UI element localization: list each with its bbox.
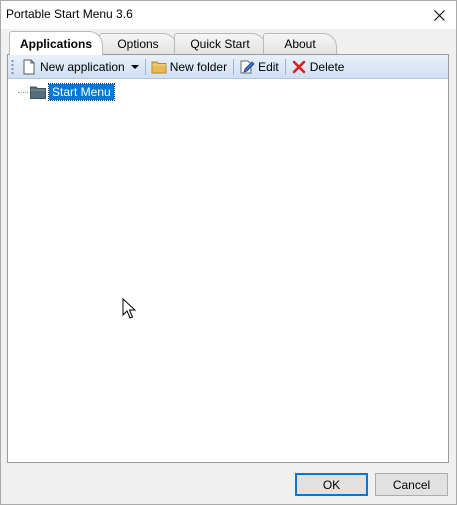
tab-about[interactable]: About <box>263 33 337 54</box>
pencil-icon <box>240 60 255 73</box>
tab-strip: Applications Options Quick Start About <box>7 31 447 55</box>
toolbar-separator <box>144 58 146 75</box>
document-icon <box>23 59 35 74</box>
toolbar: New application New folder Edit Delete <box>8 55 448 79</box>
tab-applications[interactable]: Applications <box>9 31 103 55</box>
cancel-label: Cancel <box>392 478 431 492</box>
toolbar-grip[interactable] <box>11 58 14 75</box>
tab-options-label: Options <box>117 37 159 51</box>
window-title: Portable Start Menu 3.6 <box>6 7 133 21</box>
tab-applications-label: Applications <box>19 37 92 51</box>
tree-node-start-menu[interactable]: Start Menu <box>18 83 115 101</box>
ok-label: OK <box>322 478 341 492</box>
ok-button[interactable]: OK <box>295 473 368 496</box>
new-application-button[interactable]: New application <box>18 57 143 77</box>
tree-node-label: Start Menu <box>48 83 115 101</box>
delete-label: Delete <box>309 59 345 74</box>
close-button[interactable] <box>422 1 456 29</box>
mouse-pointer-icon <box>122 298 136 319</box>
new-application-label: New application <box>40 59 125 74</box>
tab-quick-start-label: Quick Start <box>190 37 250 51</box>
applications-panel: New application New folder Edit Delete S… <box>7 54 449 463</box>
new-folder-label: New folder <box>169 59 228 74</box>
tree-view[interactable]: Start Menu <box>8 80 448 462</box>
edit-button[interactable]: Edit <box>236 57 283 77</box>
new-folder-button[interactable]: New folder <box>148 57 231 77</box>
main-window: Portable Start Menu 3.6 Applications Opt… <box>0 0 457 505</box>
edit-label: Edit <box>258 59 279 74</box>
toolbar-separator <box>233 58 235 75</box>
tab-about-label: About <box>284 37 316 51</box>
chevron-down-icon[interactable] <box>130 64 139 69</box>
folder-icon <box>151 61 167 73</box>
cancel-button[interactable]: Cancel <box>375 473 448 496</box>
tab-options[interactable]: Options <box>99 33 177 54</box>
tree-connector <box>18 91 28 93</box>
title-bar[interactable]: Portable Start Menu 3.6 <box>1 1 456 29</box>
folder-icon <box>30 86 46 99</box>
close-icon <box>433 9 445 21</box>
red-x-icon <box>292 60 306 73</box>
tab-quick-start[interactable]: Quick Start <box>174 33 266 54</box>
toolbar-separator <box>284 58 286 75</box>
delete-button[interactable]: Delete <box>288 57 349 77</box>
